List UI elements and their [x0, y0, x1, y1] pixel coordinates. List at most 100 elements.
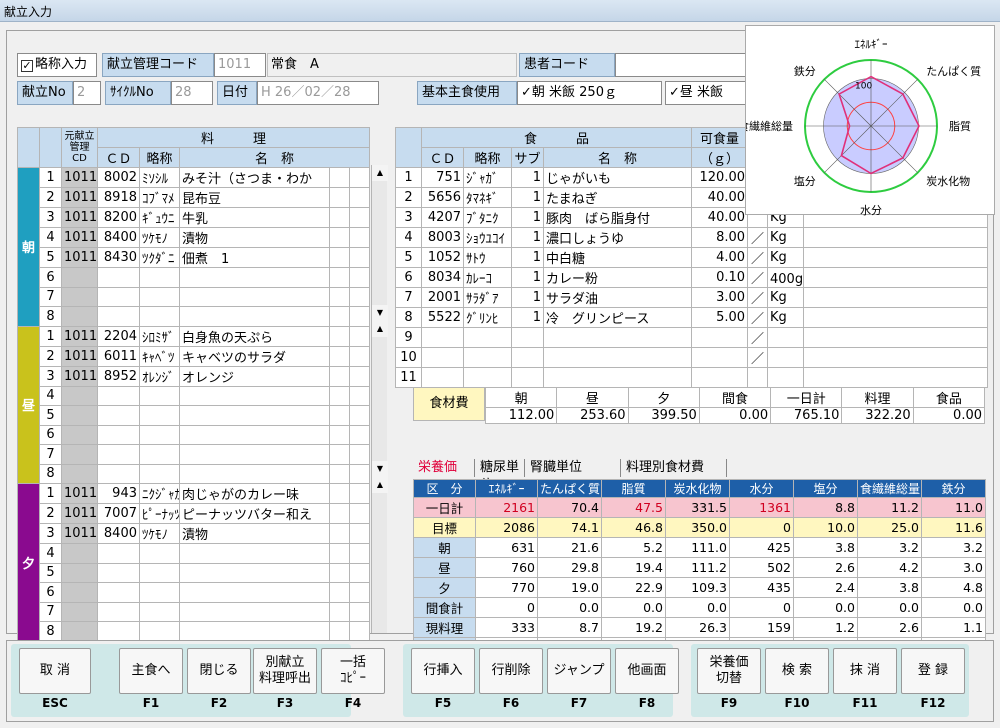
blank-cell[interactable] [348, 267, 371, 288]
food-name[interactable]: 濃口しょうゆ [542, 227, 693, 248]
dish-name[interactable] [179, 267, 330, 288]
food-abbr[interactable] [463, 327, 512, 348]
dish-abbr[interactable] [139, 543, 180, 564]
edible-amount[interactable] [691, 347, 749, 368]
orig-menu-code[interactable]: 1011 [61, 483, 98, 504]
food-abbr[interactable] [463, 347, 512, 368]
function-button-f4[interactable]: 一括 ｺﾋﾟｰ [321, 648, 385, 694]
function-button-f12[interactable]: 登 録 [901, 648, 965, 694]
blank-cell[interactable] [348, 286, 371, 307]
dish-name[interactable]: 漬物 [179, 227, 330, 248]
dish-abbr[interactable]: ｷﾞｭｳﾆ [139, 207, 180, 228]
dish-cd[interactable]: 6011 [97, 345, 140, 367]
blank-cell[interactable] [803, 287, 989, 308]
date-field[interactable]: H 26／02／28 [257, 81, 379, 105]
dish-name[interactable] [179, 543, 330, 564]
menu-row[interactable]: 7 [18, 286, 371, 307]
blank-cell[interactable] [329, 523, 350, 544]
scroll-up-icon[interactable]: ▲ [372, 165, 388, 181]
food-sub[interactable]: 1 [511, 267, 544, 288]
food-abbr[interactable]: ｼﾞｬｶﾞ [463, 167, 512, 188]
food-abbr[interactable] [463, 367, 512, 388]
edible-amount[interactable] [691, 367, 749, 388]
menu-row[interactable]: 夕11011943ﾆｸｼﾞｬｶﾞ肉じゃがのカレー味 [17, 483, 371, 642]
dish-cd[interactable]: 8002 [97, 167, 140, 188]
food-name[interactable]: 中白糖 [542, 247, 693, 268]
dish-abbr[interactable] [139, 621, 180, 642]
blank-cell[interactable] [329, 286, 350, 307]
dish-abbr[interactable]: ﾂｹﾓﾉ [139, 523, 180, 544]
orig-menu-code[interactable]: 1011 [61, 227, 98, 248]
unit-slash[interactable]: ／ [747, 247, 769, 268]
unit-slash[interactable]: ／ [747, 267, 769, 288]
food-abbr[interactable]: ｻﾗﾀﾞｱ [463, 287, 512, 308]
orig-menu-code[interactable]: 1011 [61, 503, 98, 524]
food-row[interactable]: 7 2001 ｻﾗﾀﾞｱ 1 サラダ油 3.00 ／ Kg [395, 287, 989, 308]
edible-amount[interactable]: 120.00 [691, 167, 749, 188]
blank-cell[interactable] [329, 405, 350, 426]
blank-cell[interactable] [348, 621, 371, 642]
food-sub[interactable] [511, 347, 544, 368]
dinner-scrollbar[interactable]: ▲ [371, 477, 388, 633]
menu-row[interactable]: 8 [18, 306, 371, 327]
food-cd[interactable]: 1052 [421, 247, 464, 268]
orig-menu-code[interactable]: 1011 [61, 365, 98, 387]
dish-name[interactable] [179, 601, 330, 622]
unit-spec[interactable]: 400g/缶 [767, 267, 805, 288]
blank-cell[interactable] [329, 424, 350, 445]
unit-slash[interactable]: ／ [747, 227, 769, 248]
orig-menu-code[interactable]: 1011 [61, 187, 98, 208]
function-button-f9[interactable]: 栄養価 切替 [697, 648, 761, 694]
orig-menu-code[interactable] [61, 582, 98, 603]
dish-cd[interactable]: 8918 [97, 187, 140, 208]
function-button-f1[interactable]: 主食へ [119, 648, 183, 694]
dish-abbr[interactable] [139, 306, 180, 327]
dish-name[interactable] [179, 286, 330, 307]
orig-menu-code[interactable] [61, 306, 98, 327]
function-button-f8[interactable]: 他画面 [615, 648, 679, 694]
dish-name[interactable] [179, 582, 330, 603]
food-cd[interactable]: 8003 [421, 227, 464, 248]
menu-row[interactable]: 2 1011 6011 ｷｬﾍﾞﾂ キャベツのサラダ [18, 345, 371, 367]
dish-abbr[interactable]: ﾂｹﾓﾉ [139, 227, 180, 248]
nutrition-tab[interactable]: 腎臓単位 [527, 459, 621, 477]
function-button-f3[interactable]: 別献立 料理呼出 [253, 648, 317, 694]
menu-row[interactable]: 8 [18, 463, 371, 484]
edible-amount[interactable] [691, 327, 749, 348]
orig-menu-code[interactable] [61, 463, 98, 484]
function-button-f6[interactable]: 行削除 [479, 648, 543, 694]
blank-cell[interactable] [348, 483, 371, 504]
menu-row[interactable]: 8 [18, 621, 371, 642]
menu-row[interactable]: 4 [18, 543, 371, 564]
blank-cell[interactable] [329, 167, 350, 188]
food-sub[interactable]: 1 [511, 287, 544, 308]
dish-abbr[interactable]: ｵﾚﾝｼﾞ [139, 365, 180, 387]
food-sub[interactable]: 1 [511, 227, 544, 248]
food-abbr[interactable]: ﾌﾞﾀﾆｸ [463, 207, 512, 228]
menu-row[interactable]: 7 [18, 444, 371, 465]
orig-menu-code[interactable] [61, 444, 98, 465]
blank-cell[interactable] [348, 424, 371, 445]
nutrition-tab[interactable]: 糖尿単位 [477, 459, 525, 493]
blank-cell[interactable] [329, 267, 350, 288]
blank-cell[interactable] [348, 247, 371, 268]
blank-cell[interactable] [803, 227, 989, 248]
blank-cell[interactable] [348, 187, 371, 208]
dish-name[interactable]: 昆布豆 [179, 187, 330, 208]
edible-amount[interactable]: 3.00 [691, 287, 749, 308]
edible-amount[interactable]: 8.00 [691, 227, 749, 248]
menu-name-field[interactable]: 常食 A [267, 53, 517, 77]
menu-row[interactable]: 2 1011 7007 ﾋﾟｰﾅｯﾂ ピーナッツバター和え [18, 503, 371, 524]
staple-morning-checkbox[interactable]: ✓朝 米飯 250ｇ [517, 81, 662, 105]
menu-row[interactable]: 3 1011 8952 ｵﾚﾝｼﾞ オレンジ [18, 365, 371, 387]
orig-menu-code[interactable]: 1011 [61, 325, 98, 347]
dish-abbr[interactable] [139, 424, 180, 445]
food-row[interactable]: 68034ｶﾚｰｺ1カレー粉0.10／400g/缶 [395, 267, 989, 288]
food-cd[interactable]: 4207 [421, 207, 464, 228]
unit-spec[interactable]: Kg [767, 227, 805, 248]
food-name[interactable] [542, 327, 693, 348]
blank-cell[interactable] [329, 601, 350, 622]
dish-name[interactable] [179, 385, 330, 406]
unit-slash[interactable]: ／ [747, 287, 769, 308]
dish-name[interactable] [179, 405, 330, 426]
